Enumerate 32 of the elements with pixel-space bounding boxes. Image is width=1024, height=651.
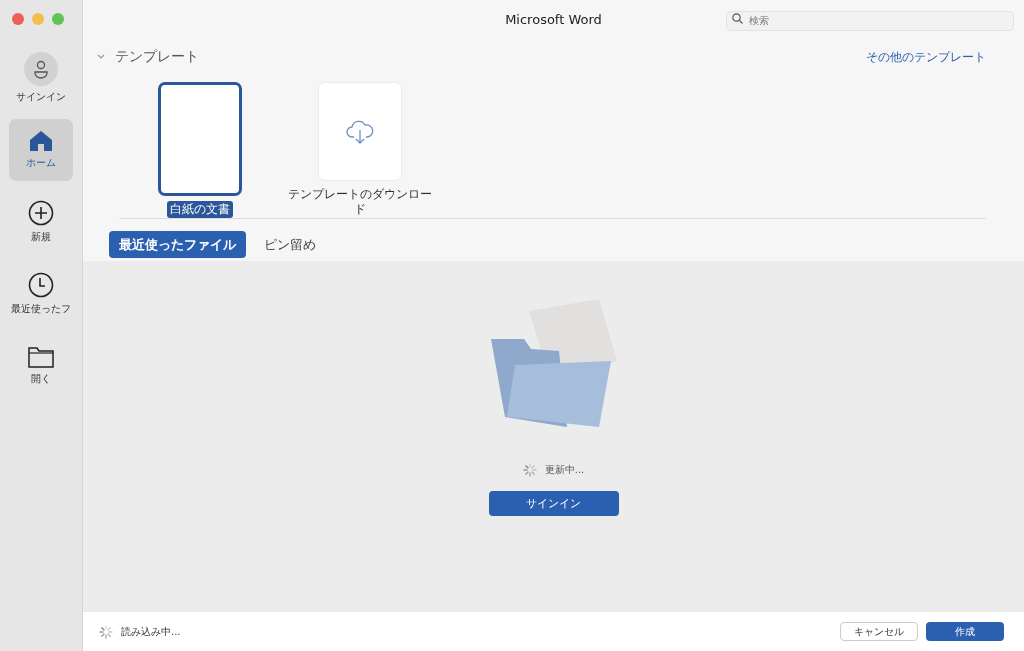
section-title: テンプレート [115, 48, 200, 66]
spinner-icon [522, 463, 537, 477]
chevron-icon[interactable] [97, 54, 105, 60]
window-title: Microsoft Word [505, 11, 602, 27]
template-label: 白紙の文書 [167, 201, 233, 218]
sign-in-button[interactable]: サインイン [488, 491, 619, 516]
cancel-button[interactable]: キャンセル [840, 622, 918, 641]
minimize-icon[interactable] [32, 13, 44, 25]
tab[interactable]: ピン留め [254, 231, 326, 258]
template-card[interactable] [158, 82, 242, 196]
zoom-icon[interactable] [52, 13, 64, 25]
create-button[interactable]: 作成 [926, 622, 1004, 641]
sidebar-item[interactable]: 最近使ったフ [9, 263, 73, 325]
tab[interactable]: 最近使ったファイル [109, 231, 246, 258]
search-field[interactable]: 検索 [726, 10, 1014, 31]
sidebar-item[interactable]: 開く [9, 335, 73, 397]
avatar-icon [24, 52, 58, 86]
home-icon [29, 130, 53, 152]
plus-icon [28, 200, 54, 226]
status-text: 更新中... [544, 463, 585, 477]
search-icon [732, 13, 743, 24]
more-templates-link[interactable]: その他のテンプレート [866, 48, 986, 66]
clock-icon [28, 272, 54, 298]
folder-icon [28, 346, 54, 368]
cloud-download-icon [345, 118, 375, 145]
sidebar-item[interactable]: 新規 [9, 191, 73, 253]
template-label: テンプレートのダウンロード [287, 186, 433, 218]
sidebar-item[interactable]: ホーム [9, 119, 73, 181]
loading-text: 読み込み中... [121, 624, 182, 639]
close-icon[interactable] [12, 13, 24, 25]
sidebar-item[interactable]: サインイン [9, 47, 73, 109]
spinner-icon [99, 624, 113, 639]
